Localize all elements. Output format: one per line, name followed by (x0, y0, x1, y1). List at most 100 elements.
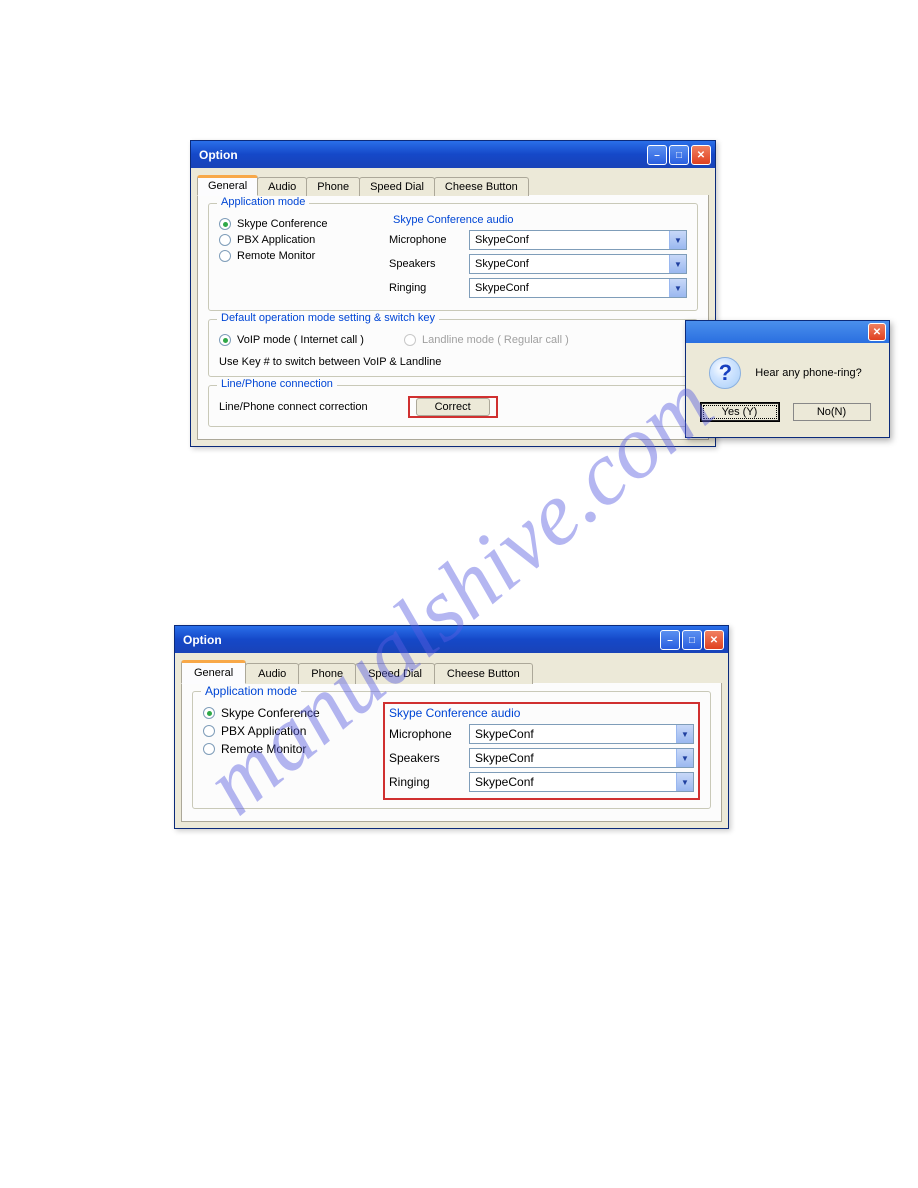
radio-icon (203, 743, 215, 755)
yes-button[interactable]: Yes (Y) (701, 403, 779, 421)
radio-label: Remote Monitor (237, 250, 315, 262)
radio-pbx-application[interactable]: PBX Application (219, 234, 369, 246)
select-ringing[interactable]: SkypeConf ▼ (469, 278, 687, 298)
client-area: General Audio Phone Speed Dial Cheese Bu… (175, 653, 728, 828)
group-title-app-mode: Application mode (201, 684, 301, 698)
dialog-body: ? Hear any phone-ring? Yes (Y) No(N) (686, 343, 889, 437)
radio-icon (219, 250, 231, 262)
group-title-audio: Skype Conference audio (389, 706, 694, 720)
minimize-button[interactable]: – (647, 145, 667, 165)
radio-label: Landline mode ( Regular call ) (422, 334, 569, 346)
highlight-audio-section: Skype Conference audio Microphone SkypeC… (383, 702, 700, 800)
tab-phone[interactable]: Phone (298, 663, 356, 684)
window-title: Option (199, 148, 238, 162)
dialog-close-button[interactable]: ✕ (868, 323, 886, 341)
tab-general[interactable]: General (197, 175, 258, 196)
select-value: SkypeConf (475, 775, 534, 789)
radio-icon (203, 707, 215, 719)
radio-label: VoIP mode ( Internet call ) (237, 334, 364, 346)
tab-audio[interactable]: Audio (257, 177, 307, 196)
radio-icon (219, 218, 231, 230)
tab-general[interactable]: General (181, 660, 246, 684)
radio-icon (203, 725, 215, 737)
group-title-op-mode: Default operation mode setting & switch … (217, 312, 439, 324)
label-ringing: Ringing (389, 775, 469, 789)
radio-skype-conference[interactable]: Skype Conference (203, 706, 363, 720)
switch-key-hint: Use Key # to switch between VoIP & Landl… (219, 356, 687, 368)
titlebar-2: Option – □ ✕ (175, 626, 728, 653)
radio-label: PBX Application (221, 724, 306, 738)
select-value: SkypeConf (475, 258, 529, 270)
maximize-button[interactable]: □ (682, 630, 702, 650)
label-microphone: Microphone (389, 727, 469, 741)
title-buttons: – □ ✕ (647, 145, 711, 165)
tab-bar: General Audio Phone Speed Dial Cheese Bu… (181, 659, 722, 684)
select-speakers[interactable]: SkypeConf ▼ (469, 254, 687, 274)
highlight-correct-button: Correct (408, 396, 498, 418)
minimize-button[interactable]: – (660, 630, 680, 650)
group-title-audio: Skype Conference audio (389, 214, 687, 226)
tab-speed-dial[interactable]: Speed Dial (355, 663, 435, 684)
panel-general: Application mode Skype Conference PBX Ap… (197, 195, 709, 440)
chevron-down-icon: ▼ (669, 231, 686, 249)
radio-label: PBX Application (237, 234, 315, 246)
select-microphone[interactable]: SkypeConf ▼ (469, 724, 694, 744)
option-window-2: Option – □ ✕ General Audio Phone Speed D… (174, 625, 729, 829)
phone-ring-dialog: ✕ ? Hear any phone-ring? Yes (Y) No(N) (685, 320, 890, 438)
select-ringing[interactable]: SkypeConf ▼ (469, 772, 694, 792)
select-value: SkypeConf (475, 727, 534, 741)
group-line-phone: Line/Phone connection Line/Phone connect… (208, 385, 698, 427)
chevron-down-icon: ▼ (669, 279, 686, 297)
tab-speed-dial[interactable]: Speed Dial (359, 177, 435, 196)
tab-cheese-button[interactable]: Cheese Button (434, 663, 533, 684)
tab-audio[interactable]: Audio (245, 663, 299, 684)
select-value: SkypeConf (475, 282, 529, 294)
radio-voip-mode[interactable]: VoIP mode ( Internet call ) (219, 334, 364, 346)
radio-remote-monitor[interactable]: Remote Monitor (219, 250, 369, 262)
question-icon: ? (709, 357, 741, 389)
option-window-1: Option – □ ✕ General Audio Phone Speed D… (190, 140, 716, 447)
tab-bar: General Audio Phone Speed Dial Cheese Bu… (197, 174, 709, 196)
maximize-button[interactable]: □ (669, 145, 689, 165)
close-button[interactable]: ✕ (691, 145, 711, 165)
window-title: Option (183, 633, 222, 647)
chevron-down-icon: ▼ (676, 773, 693, 791)
group-operation-mode: Default operation mode setting & switch … (208, 319, 698, 377)
radio-icon (404, 334, 416, 346)
dialog-text: Hear any phone-ring? (755, 367, 861, 379)
label-speakers: Speakers (389, 258, 469, 270)
group-title-line-phone: Line/Phone connection (217, 378, 337, 390)
select-microphone[interactable]: SkypeConf ▼ (469, 230, 687, 250)
correct-button[interactable]: Correct (416, 398, 490, 416)
no-button[interactable]: No(N) (793, 403, 871, 421)
tab-cheese-button[interactable]: Cheese Button (434, 177, 529, 196)
radio-icon (219, 334, 231, 346)
label-speakers: Speakers (389, 751, 469, 765)
select-speakers[interactable]: SkypeConf ▼ (469, 748, 694, 768)
chevron-down-icon: ▼ (669, 255, 686, 273)
radio-label: Skype Conference (237, 218, 328, 230)
radio-pbx-application[interactable]: PBX Application (203, 724, 363, 738)
chevron-down-icon: ▼ (676, 749, 693, 767)
label-microphone: Microphone (389, 234, 469, 246)
radio-skype-conference[interactable]: Skype Conference (219, 218, 369, 230)
close-button[interactable]: ✕ (704, 630, 724, 650)
label-ringing: Ringing (389, 282, 469, 294)
group-application-mode: Application mode Skype Conference PBX Ap… (208, 203, 698, 311)
radio-label: Remote Monitor (221, 742, 306, 756)
tab-phone[interactable]: Phone (306, 177, 360, 196)
radio-icon (219, 234, 231, 246)
titlebar-1: Option – □ ✕ (191, 141, 715, 168)
select-value: SkypeConf (475, 234, 529, 246)
line-connect-label: Line/Phone connect correction (219, 401, 368, 413)
radio-label: Skype Conference (221, 706, 320, 720)
panel-general: Application mode Skype Conference PBX Ap… (181, 683, 722, 822)
chevron-down-icon: ▼ (676, 725, 693, 743)
radio-remote-monitor[interactable]: Remote Monitor (203, 742, 363, 756)
client-area: General Audio Phone Speed Dial Cheese Bu… (191, 168, 715, 446)
title-buttons: – □ ✕ (660, 630, 724, 650)
group-title-app-mode: Application mode (217, 196, 309, 208)
select-value: SkypeConf (475, 751, 534, 765)
radio-landline-mode: Landline mode ( Regular call ) (404, 334, 569, 346)
group-application-mode: Application mode Skype Conference PBX Ap… (192, 691, 711, 809)
